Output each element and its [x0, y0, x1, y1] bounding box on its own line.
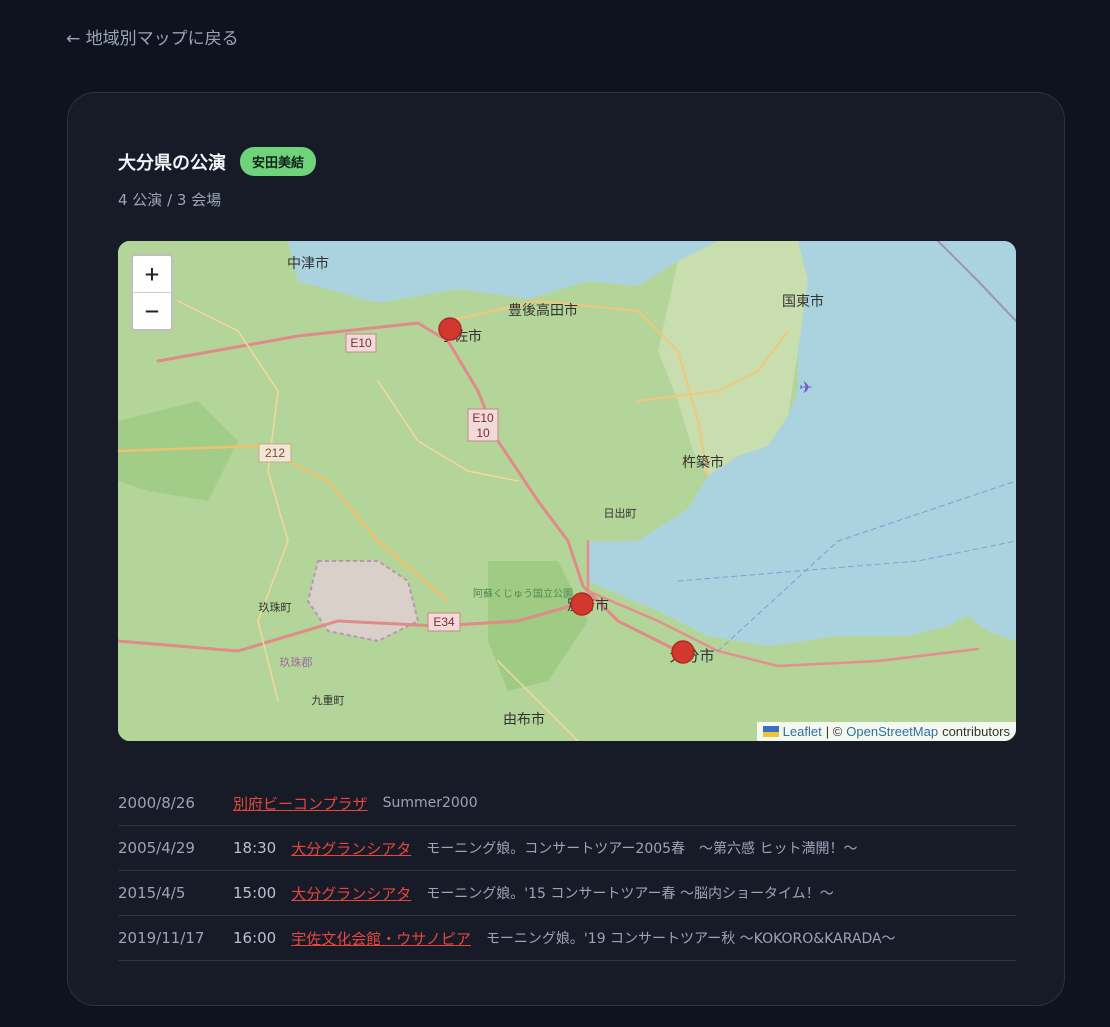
attribution-suffix: contributors: [942, 724, 1010, 739]
venue-map[interactable]: E10 E10 10 212 E34 中津市 豊後高田市 国東市 宇佐市 杵築市…: [118, 241, 1016, 741]
performance-name: Summer2000: [382, 795, 478, 811]
label-hiji: 日出町: [604, 506, 637, 520]
performance-list: 2000/8/26 別府ビーコンプラザ Summer2000 2005/4/29…: [118, 781, 1016, 961]
venue-link[interactable]: 大分グランシアタ: [291, 883, 411, 904]
back-to-region-map-link[interactable]: ← 地域別マップに戻る: [66, 24, 239, 49]
leaflet-link[interactable]: Leaflet: [783, 724, 822, 739]
venue-marker-oita: [671, 640, 695, 664]
label-yufu: 由布市: [503, 711, 545, 728]
venue-marker-usa: [438, 317, 462, 341]
performance-row: 2005/4/29 18:30 大分グランシアタ モーニング娘。コンサートツアー…: [118, 826, 1016, 871]
shield-route-212: 212: [265, 446, 285, 460]
performance-date: 2015/4/5: [118, 884, 186, 902]
map-tiles[interactable]: E10 E10 10 212 E34 中津市 豊後高田市 国東市 宇佐市 杵築市…: [118, 241, 1016, 741]
member-badge: 安田美結: [240, 147, 317, 176]
zoom-out-button[interactable]: −: [133, 292, 171, 329]
performance-time: 16:00: [233, 929, 277, 947]
label-kunisaki: 国東市: [782, 293, 824, 310]
page-title: 大分県の公演: [118, 152, 226, 174]
performance-date: 2005/4/29: [118, 839, 195, 857]
performance-summary: 4 公演 / 3 会場: [118, 191, 222, 209]
performance-name: モーニング娘。'15 コンサートツアー春 ～脳内ショータイム！～: [426, 886, 834, 902]
shield-route-10: 10: [476, 426, 490, 440]
venue-marker-beppu: [570, 592, 594, 616]
zoom-in-button[interactable]: +: [133, 256, 171, 292]
performance-row: 2015/4/5 15:00 大分グランシアタ モーニング娘。'15 コンサート…: [118, 871, 1016, 916]
performance-time: 18:30: [233, 839, 277, 857]
map-attribution: Leaflet | © OpenStreetMap contributors: [756, 722, 1016, 741]
shield-e10-a: E10: [350, 336, 372, 350]
venue-link[interactable]: 別府ビーコンプラザ: [233, 793, 368, 814]
prefecture-card: 大分県の公演 安田美結 4 公演 / 3 会場 E10 E10 10 212 E…: [67, 92, 1065, 1006]
label-kusu: 玖珠町: [259, 600, 292, 614]
shield-e10-b: E10: [472, 411, 494, 425]
zoom-control[interactable]: + −: [131, 254, 173, 331]
attribution-separator: | ©: [825, 724, 843, 739]
ukraine-flag-icon: [762, 726, 779, 737]
label-bungotakada: 豊後高田市: [508, 302, 578, 319]
label-nakatsu: 中津市: [287, 255, 329, 272]
venue-link[interactable]: 大分グランシアタ: [291, 838, 411, 859]
performance-date: 2000/8/26: [118, 794, 195, 812]
label-kitsuki: 杵築市: [682, 454, 724, 471]
performance-name: モーニング娘。コンサートツアー2005春 ～第六感 ヒット満開！～: [426, 841, 858, 857]
label-park: 阿蘇くじゅう国立公園: [473, 587, 573, 600]
title-row: 大分県の公演 安田美結: [118, 147, 317, 176]
performance-row: 2019/11/17 16:00 宇佐文化会館・ウサノピア モーニング娘。'19…: [118, 916, 1016, 961]
performance-row: 2000/8/26 別府ビーコンプラザ Summer2000: [118, 781, 1016, 826]
openstreetmap-link[interactable]: OpenStreetMap: [846, 724, 938, 739]
shield-e34: E34: [433, 615, 455, 629]
airport-icon: ✈: [799, 378, 812, 397]
label-kusu-gun: 玖珠郡: [280, 655, 313, 669]
venue-link[interactable]: 宇佐文化会館・ウサノピア: [291, 928, 471, 949]
performance-name: モーニング娘。'19 コンサートツアー秋 ～KOKORO&KARADA～: [485, 931, 896, 947]
performance-date: 2019/11/17: [118, 929, 205, 947]
label-kokonoe: 九重町: [312, 693, 345, 707]
performance-time: 15:00: [233, 884, 277, 902]
